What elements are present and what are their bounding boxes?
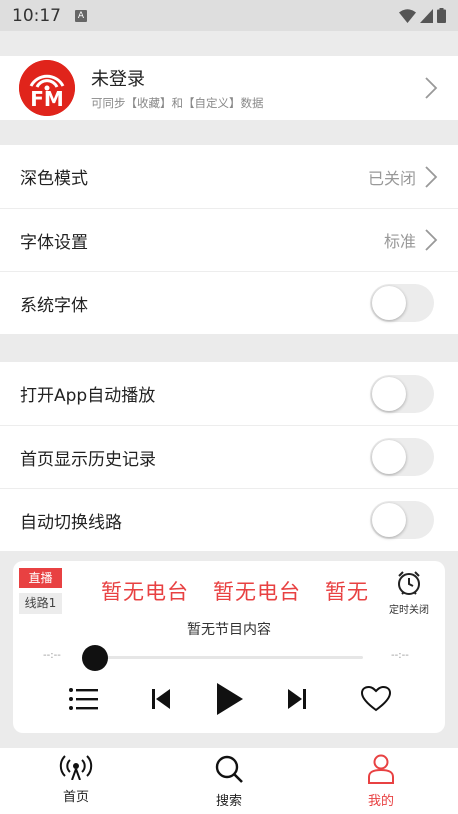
toggle-knob — [372, 286, 406, 320]
play-button[interactable] — [211, 681, 247, 717]
settings-group-playback: 打开App自动播放 首页显示历史记录 自动切换线路 — [0, 362, 458, 551]
chevron-right-icon — [425, 77, 438, 99]
auto-switch-line-toggle[interactable] — [370, 501, 434, 539]
skip-previous-icon — [152, 689, 170, 709]
bottom-tab-bar: 首页 搜索 我的 — [0, 748, 458, 814]
line-selector[interactable]: 线路1 — [19, 593, 62, 614]
chevron-right-icon — [425, 229, 438, 251]
font-setting-row[interactable]: 字体设置 标准 — [0, 208, 458, 271]
toggle-knob — [372, 376, 406, 411]
dark-mode-label: 深色模式 — [20, 169, 88, 189]
chevron-right-icon — [425, 165, 438, 188]
program-title: 暂无节目内容 — [187, 622, 271, 638]
elapsed-time: --:-- — [43, 650, 61, 661]
logo-text: FM — [30, 87, 64, 111]
station-name: 暂无电台 — [101, 580, 189, 604]
profile-name: 未登录 — [91, 69, 145, 90]
show-history-label: 首页显示历史记录 — [20, 449, 156, 470]
autoplay-row: 打开App自动播放 — [0, 362, 458, 425]
next-button[interactable] — [283, 681, 311, 717]
font-setting-value: 标准 — [383, 232, 416, 251]
show-history-toggle[interactable] — [370, 438, 434, 476]
system-font-row: 系统字体 — [0, 271, 458, 334]
playlist-button[interactable] — [65, 681, 101, 717]
progress-track[interactable] — [83, 656, 363, 659]
previous-button[interactable] — [147, 681, 175, 717]
font-setting-label: 字体设置 — [20, 232, 88, 253]
autoplay-label: 打开App自动播放 — [20, 386, 156, 406]
duration-time: --:-- — [391, 650, 409, 661]
station-name: 暂无电台 — [325, 580, 369, 604]
profile-row[interactable]: FM 未登录 可同步【收藏】和【自定义】数据 — [0, 56, 458, 120]
tab-mine-label: 我的 — [367, 794, 394, 809]
tab-home[interactable]: 首页 — [36, 754, 116, 805]
notification-badge: A — [75, 9, 87, 22]
live-badge: 直播 — [19, 568, 62, 588]
tab-mine[interactable]: 我的 — [341, 754, 421, 809]
auto-switch-line-row: 自动切换线路 — [0, 488, 458, 551]
profile-subtitle: 可同步【收藏】和【自定义】数据 — [91, 96, 264, 110]
signal-icon — [420, 8, 433, 23]
station-name: 暂无电台 — [213, 580, 301, 604]
alarm-clock-icon — [398, 571, 420, 595]
status-bar: 10:17 A — [0, 0, 458, 31]
dark-mode-value: 已关闭 — [367, 168, 416, 188]
system-font-toggle[interactable] — [370, 284, 434, 322]
system-font-label: 系统字体 — [20, 295, 88, 316]
dark-mode-row[interactable]: 深色模式 已关闭 — [0, 145, 458, 208]
progress-thumb[interactable] — [82, 645, 108, 671]
user-icon — [368, 754, 394, 784]
skip-next-icon — [288, 689, 306, 709]
tab-search-label: 搜索 — [215, 794, 242, 809]
battery-icon — [437, 8, 446, 23]
play-icon — [217, 683, 243, 715]
settings-group-display: 深色模式 已关闭 字体设置 标准 系统字体 — [0, 145, 458, 334]
toggle-knob — [372, 440, 406, 474]
search-icon — [215, 755, 243, 783]
mini-player: 直播 线路1 暂无电台暂无电台暂无电台 定时关闭 暂无节目内容 --:-- --… — [13, 561, 445, 733]
tab-home-label: 首页 — [62, 790, 89, 805]
fm-logo-graphic: FM — [19, 60, 75, 116]
wifi-icon — [399, 8, 416, 23]
auto-switch-line-label: 自动切换线路 — [20, 512, 122, 533]
status-time: 10:17 — [12, 5, 61, 26]
sleep-timer-button[interactable]: 定时关闭 — [383, 569, 435, 616]
fm-logo: FM — [19, 60, 75, 116]
show-history-row: 首页显示历史记录 — [0, 425, 458, 488]
heart-icon — [361, 686, 391, 712]
sleep-timer-label: 定时关闭 — [389, 605, 429, 616]
radio-icon — [59, 755, 93, 781]
playlist-icon — [69, 688, 98, 710]
toggle-knob — [372, 503, 406, 537]
autoplay-toggle[interactable] — [370, 374, 434, 413]
tab-search[interactable]: 搜索 — [189, 754, 269, 809]
favorite-button[interactable] — [359, 681, 393, 717]
station-marquee: 暂无电台暂无电台暂无电台 — [101, 576, 369, 606]
